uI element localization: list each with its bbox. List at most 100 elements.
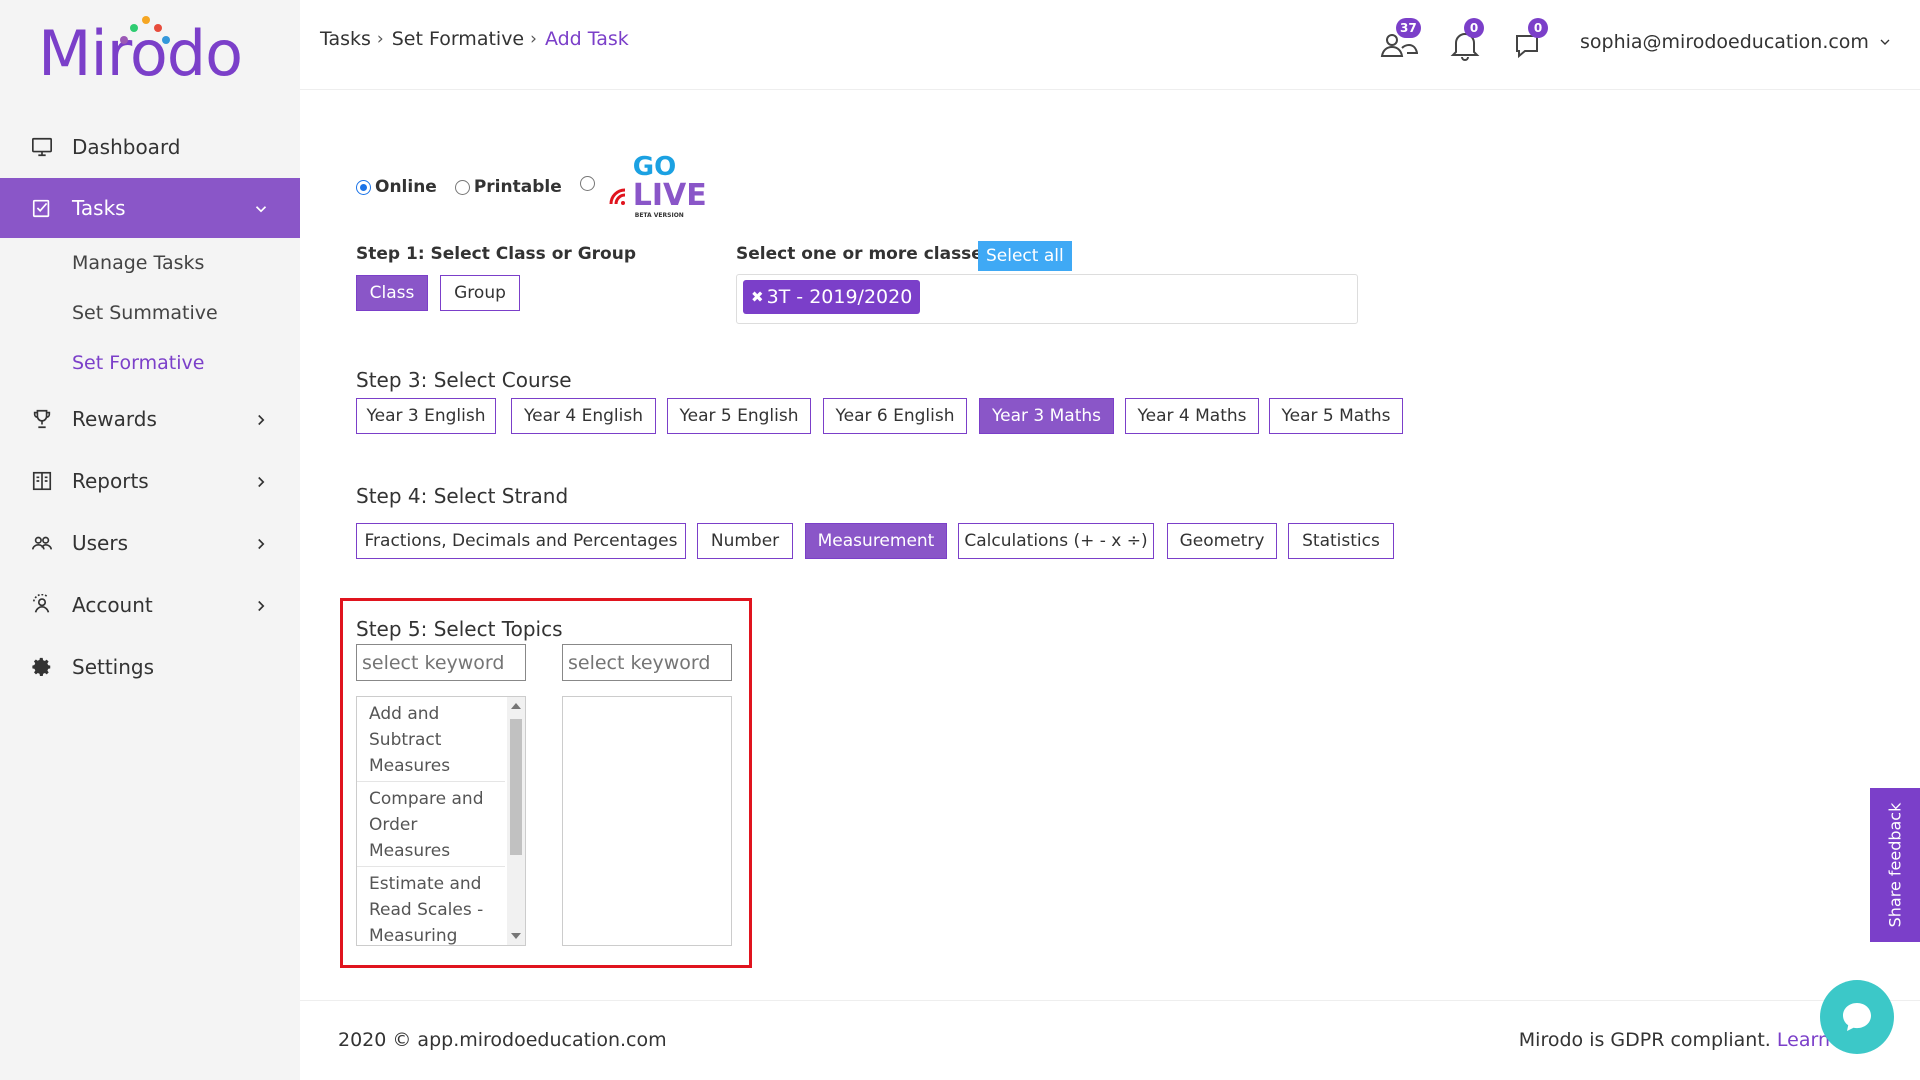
sidebar-subitem-manage-tasks[interactable]: Manage Tasks: [0, 238, 300, 288]
breadcrumb-tasks[interactable]: Tasks: [320, 28, 371, 50]
course-button-year3-maths[interactable]: Year 3 Maths: [979, 398, 1114, 434]
list-item[interactable]: Compare and Order Measures: [357, 782, 505, 867]
printable-radio[interactable]: [454, 179, 470, 195]
chevron-right-icon: ›: [530, 29, 537, 49]
strand-button-measurement[interactable]: Measurement: [805, 523, 947, 559]
sidebar-item-label: Tasks: [72, 196, 126, 220]
trophy-icon: [30, 407, 54, 431]
step1-label: Step 1: Select Class or Group: [356, 244, 636, 264]
sidebar-item-reports[interactable]: Reports: [0, 450, 300, 512]
chevron-right-icon: [252, 410, 270, 428]
chevron-down-icon: [252, 199, 270, 217]
strand-button-geometry[interactable]: Geometry: [1167, 523, 1277, 559]
strand-button-number[interactable]: Number: [697, 523, 793, 559]
sidebar-item-rewards[interactable]: Rewards: [0, 388, 300, 450]
step5-label: Step 5: Select Topics: [356, 617, 563, 641]
monitor-icon: [30, 135, 54, 159]
share-feedback-tab[interactable]: Share feedback: [1870, 788, 1920, 942]
topics-scrollbar[interactable]: [507, 697, 525, 945]
class-chip[interactable]: ✖ 3T - 2019/2020: [743, 280, 921, 314]
online-label: Online: [375, 177, 437, 197]
sidebar-item-label: Settings: [72, 655, 155, 679]
reports-icon: [30, 469, 54, 493]
sidebar-subitem-set-formative[interactable]: Set Formative: [0, 338, 300, 388]
sidebar-item-label: Account: [72, 593, 153, 617]
strand-button-fractions[interactable]: Fractions, Decimals and Percentages: [356, 523, 686, 559]
gear-icon: [30, 655, 54, 679]
sidebar-item-label: Users: [72, 531, 129, 555]
sidebar-subitem-set-summative[interactable]: Set Summative: [0, 288, 300, 338]
printable-label: Printable: [473, 177, 562, 197]
sidebar-item-users[interactable]: Users: [0, 512, 300, 574]
class-button[interactable]: Class: [356, 275, 428, 311]
sidebar-item-dashboard[interactable]: Dashboard: [0, 116, 300, 178]
class-multiselect[interactable]: ✖ 3T - 2019/2020: [736, 274, 1358, 324]
remove-chip-icon[interactable]: ✖: [751, 288, 764, 306]
list-item[interactable]: Estimate and Read Scales - Measuring: [357, 867, 505, 945]
task-mode-options: Online Printable GO LIVE BETA VERSION: [356, 152, 707, 222]
strand-button-statistics[interactable]: Statistics: [1288, 523, 1394, 559]
sidebar: Mirodo Dashboard Tasks Manage Tasks Set …: [0, 0, 300, 1080]
scroll-thumb[interactable]: [510, 719, 522, 855]
scroll-down-icon[interactable]: [511, 933, 521, 939]
step3-label: Step 3: Select Course: [356, 368, 572, 392]
breadcrumb-add-task: Add Task: [544, 28, 629, 50]
messages-count-badge: 0: [1528, 18, 1548, 38]
users-count-badge: 37: [1396, 18, 1421, 38]
gdpr-text: Mirodo is GDPR compliant.: [1518, 1029, 1771, 1051]
course-button-year4-english[interactable]: Year 4 English: [511, 398, 656, 434]
sidebar-nav: Dashboard Tasks Manage Tasks Set Summati…: [0, 116, 300, 698]
select-all-button[interactable]: Select all: [978, 241, 1072, 271]
gdpr-notice: Mirodo is GDPR compliant. Learn: [1519, 1029, 1830, 1051]
chat-button[interactable]: [1820, 980, 1894, 1054]
tasks-icon: [30, 196, 54, 220]
course-button-year4-maths[interactable]: Year 4 Maths: [1125, 398, 1259, 434]
course-button-year5-english[interactable]: Year 5 English: [667, 398, 811, 434]
classes-label: Select one or more classes: [736, 244, 993, 264]
selected-topics-listbox[interactable]: [562, 696, 732, 946]
user-menu[interactable]: sophia@mirodoeducation.com: [1580, 31, 1893, 53]
logo-text: Mirodo: [38, 17, 243, 90]
topics-keyword-input[interactable]: [356, 644, 526, 681]
copyright-text: 2020 © app.mirodoeducation.com: [338, 1029, 667, 1051]
course-button-year5-maths[interactable]: Year 5 Maths: [1269, 398, 1403, 434]
golive-beta-text: BETA VERSION: [634, 212, 684, 219]
notifications-button[interactable]: 0: [1448, 18, 1488, 62]
account-icon: [30, 593, 54, 617]
main-content: Online Printable GO LIVE BETA VERSION St…: [300, 90, 1920, 1000]
sidebar-item-label: Rewards: [72, 407, 157, 431]
course-button-year6-english[interactable]: Year 6 English: [823, 398, 967, 434]
sidebar-item-account[interactable]: Account: [0, 574, 300, 636]
top-header: Tasks › Set Formative › Add Task 37 0 0 …: [300, 0, 1920, 90]
users-button[interactable]: 37: [1378, 18, 1421, 62]
sidebar-item-label: Reports: [72, 469, 149, 493]
mirodo-logo[interactable]: Mirodo: [38, 16, 243, 92]
sidebar-item-tasks[interactable]: Tasks: [0, 178, 300, 238]
sidebar-item-label: Dashboard: [72, 135, 181, 159]
breadcrumb: Tasks › Set Formative › Add Task: [320, 28, 629, 50]
sidebar-item-settings[interactable]: Settings: [0, 636, 300, 698]
share-feedback-label: Share feedback: [1885, 802, 1905, 928]
list-item[interactable]: Add and Subtract Measures: [357, 697, 505, 782]
golive-main-text: LIVE: [632, 178, 707, 213]
messages-button[interactable]: 0: [1512, 18, 1552, 62]
user-email: sophia@mirodoeducation.com: [1580, 31, 1869, 53]
chevron-down-icon: [1880, 39, 1890, 45]
users-icon: [30, 531, 54, 555]
notifications-count-badge: 0: [1464, 18, 1484, 38]
selected-topics-keyword-input[interactable]: [562, 644, 732, 681]
chevron-right-icon: [252, 472, 270, 490]
chat-bubble-icon: [1843, 1003, 1871, 1031]
online-radio[interactable]: [356, 179, 371, 195]
step4-label: Step 4: Select Strand: [356, 484, 569, 508]
chevron-right-icon: ›: [376, 29, 384, 49]
golive-radio[interactable]: [579, 175, 595, 191]
breadcrumb-set-formative[interactable]: Set Formative: [392, 28, 524, 50]
strand-button-calculations[interactable]: Calculations (+ - x ÷): [958, 523, 1154, 559]
gdpr-learn-link[interactable]: Learn: [1777, 1029, 1830, 1051]
group-button[interactable]: Group: [440, 275, 520, 311]
scroll-up-icon[interactable]: [511, 703, 521, 709]
course-button-year3-english[interactable]: Year 3 English: [356, 398, 496, 434]
topics-listbox[interactable]: Add and Subtract Measures Compare and Or…: [356, 696, 526, 946]
footer: 2020 © app.mirodoeducation.com Mirodo is…: [300, 1000, 1920, 1080]
